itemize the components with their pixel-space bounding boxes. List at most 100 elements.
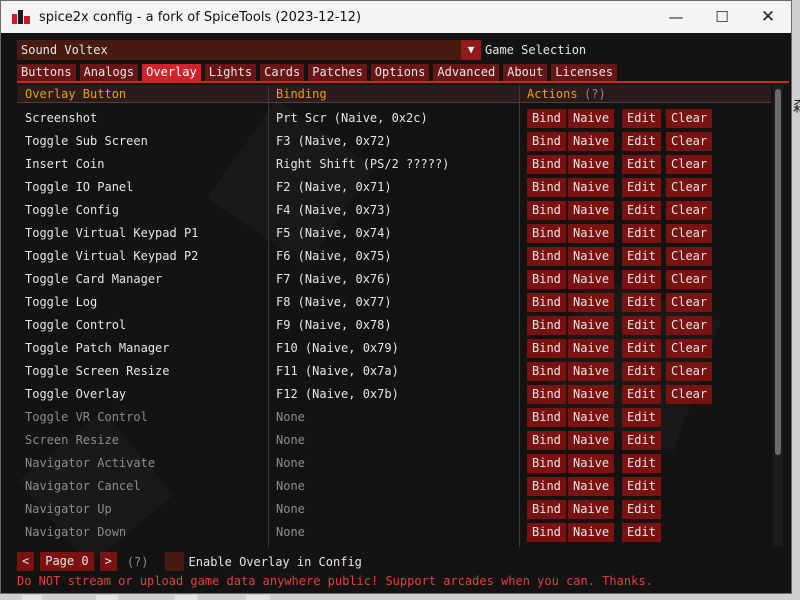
naive-button[interactable]: Naive — [568, 247, 615, 266]
table-row: Toggle VR Control None Bind Naive Edit — [17, 406, 771, 429]
naive-button[interactable]: Naive — [568, 431, 615, 450]
bind-button[interactable]: Bind — [527, 132, 566, 151]
bind-button[interactable]: Bind — [527, 362, 566, 381]
edit-button[interactable]: Edit — [622, 293, 661, 312]
game-selection-dropdown[interactable]: Sound Voltex — [17, 40, 461, 60]
page-indicator[interactable]: Page 0 — [40, 552, 94, 571]
clear-button[interactable]: Clear — [666, 385, 713, 404]
edit-button[interactable]: Edit — [622, 500, 661, 519]
clear-button[interactable]: Clear — [666, 362, 713, 381]
naive-button[interactable]: Naive — [568, 362, 615, 381]
clear-button[interactable]: Clear — [666, 132, 713, 151]
bind-button[interactable]: Bind — [527, 339, 566, 358]
bind-button[interactable]: Bind — [527, 454, 566, 473]
edit-button[interactable]: Edit — [622, 132, 661, 151]
edit-button[interactable]: Edit — [622, 201, 661, 220]
title-bar[interactable]: spice2x config - a fork of SpiceTools (2… — [1, 1, 791, 33]
clear-button[interactable]: Clear — [666, 293, 713, 312]
tab-cards[interactable]: Cards — [260, 64, 305, 81]
naive-button[interactable]: Naive — [568, 477, 615, 496]
overlay-button-name: Toggle Control — [25, 318, 127, 332]
naive-button[interactable]: Naive — [568, 523, 615, 542]
clear-button[interactable]: Clear — [666, 270, 713, 289]
minimize-icon[interactable]: — — [653, 1, 699, 33]
naive-button[interactable]: Naive — [568, 408, 615, 427]
table-scrollbar[interactable] — [773, 85, 783, 547]
naive-button[interactable]: Naive — [568, 132, 615, 151]
bind-button[interactable]: Bind — [527, 431, 566, 450]
scrollbar-thumb[interactable] — [775, 89, 781, 455]
bind-button[interactable]: Bind — [527, 408, 566, 427]
clear-button[interactable]: Clear — [666, 201, 713, 220]
naive-button[interactable]: Naive — [568, 201, 615, 220]
tab-analogs[interactable]: Analogs — [79, 64, 139, 81]
chevron-down-icon[interactable]: ▼ — [461, 40, 481, 60]
table-row: Toggle Virtual Keypad P2 F6 (Naive, 0x75)… — [17, 245, 771, 268]
edit-button[interactable]: Edit — [622, 224, 661, 243]
naive-button[interactable]: Naive — [568, 178, 615, 197]
naive-button[interactable]: Naive — [568, 385, 615, 404]
clear-button[interactable]: Clear — [666, 247, 713, 266]
close-icon[interactable]: ✕ — [745, 1, 791, 33]
edit-button[interactable]: Edit — [622, 339, 661, 358]
edit-button[interactable]: Edit — [622, 247, 661, 266]
bind-button[interactable]: Bind — [527, 155, 566, 174]
bind-button[interactable]: Bind — [527, 477, 566, 496]
tab-licenses[interactable]: Licenses — [551, 64, 618, 81]
tab-patches[interactable]: Patches — [308, 64, 367, 81]
clear-button[interactable]: Clear — [666, 224, 713, 243]
edit-button[interactable]: Edit — [622, 431, 661, 450]
bind-button[interactable]: Bind — [527, 224, 566, 243]
actions-help-icon[interactable]: (?) — [584, 85, 606, 103]
edit-button[interactable]: Edit — [622, 523, 661, 542]
edit-button[interactable]: Edit — [622, 454, 661, 473]
bind-button[interactable]: Bind — [527, 293, 566, 312]
naive-button[interactable]: Naive — [568, 454, 615, 473]
edit-button[interactable]: Edit — [622, 477, 661, 496]
bind-button[interactable]: Bind — [527, 109, 566, 128]
bind-button[interactable]: Bind — [527, 523, 566, 542]
pager-help-icon[interactable]: (?) — [127, 555, 149, 569]
naive-button[interactable]: Naive — [568, 155, 615, 174]
bind-button[interactable]: Bind — [527, 316, 566, 335]
next-page-button[interactable]: > — [99, 552, 117, 571]
edit-button[interactable]: Edit — [622, 408, 661, 427]
tab-about[interactable]: About — [503, 64, 548, 81]
edit-button[interactable]: Edit — [622, 155, 661, 174]
naive-button[interactable]: Naive — [568, 109, 615, 128]
clear-button[interactable]: Clear — [666, 316, 713, 335]
clear-button[interactable]: Clear — [666, 339, 713, 358]
edit-button[interactable]: Edit — [622, 178, 661, 197]
naive-button[interactable]: Naive — [568, 316, 615, 335]
naive-button[interactable]: Naive — [568, 270, 615, 289]
bind-button[interactable]: Bind — [527, 201, 566, 220]
edit-button[interactable]: Edit — [622, 316, 661, 335]
clear-button[interactable]: Clear — [666, 155, 713, 174]
table-header: Overlay Button Binding Actions (?) — [17, 85, 771, 103]
naive-button[interactable]: Naive — [568, 293, 615, 312]
table-row: Toggle Sub Screen F3 (Naive, 0x72) Bind Nai… — [17, 130, 771, 153]
bind-button[interactable]: Bind — [527, 500, 566, 519]
tab-advanced[interactable]: Advanced — [433, 64, 500, 81]
bind-button[interactable]: Bind — [527, 385, 566, 404]
tab-buttons[interactable]: Buttons — [17, 64, 76, 81]
edit-button[interactable]: Edit — [622, 362, 661, 381]
edit-button[interactable]: Edit — [622, 270, 661, 289]
tab-bar: Buttons Analogs Overlay Lights Cards Patches O… — [17, 64, 621, 81]
tab-lights[interactable]: Lights — [204, 64, 257, 81]
bind-button[interactable]: Bind — [527, 178, 566, 197]
naive-button[interactable]: Naive — [568, 339, 615, 358]
naive-button[interactable]: Naive — [568, 224, 615, 243]
bind-button[interactable]: Bind — [527, 270, 566, 289]
maximize-icon[interactable]: ☐ — [699, 1, 745, 33]
enable-overlay-checkbox[interactable] — [164, 552, 184, 571]
clear-button[interactable]: Clear — [666, 178, 713, 197]
tab-overlay[interactable]: Overlay — [142, 64, 201, 81]
tab-options[interactable]: Options — [370, 64, 430, 81]
edit-button[interactable]: Edit — [622, 109, 661, 128]
bind-button[interactable]: Bind — [527, 247, 566, 266]
naive-button[interactable]: Naive — [568, 500, 615, 519]
clear-button[interactable]: Clear — [666, 109, 713, 128]
edit-button[interactable]: Edit — [622, 385, 661, 404]
prev-page-button[interactable]: < — [17, 552, 35, 571]
